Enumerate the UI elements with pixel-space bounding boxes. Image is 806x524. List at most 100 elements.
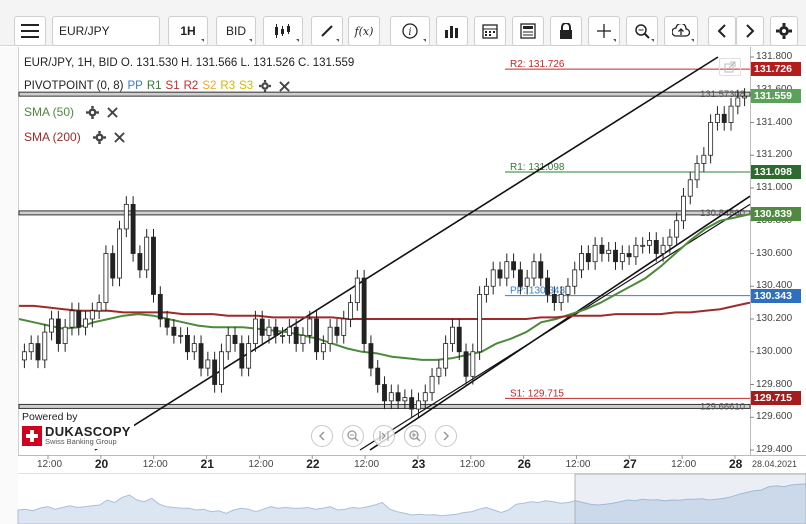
y-tick-label: 131.200	[756, 149, 793, 161]
menu-button[interactable]	[14, 16, 46, 46]
zoom-button[interactable]	[626, 16, 658, 46]
price-tag: 131.098	[751, 164, 801, 179]
swiss-flag-icon	[22, 425, 42, 446]
calendar-icon	[482, 24, 498, 39]
draw-button[interactable]	[311, 16, 343, 46]
scroll-left-button[interactable]	[311, 425, 333, 447]
chart-type-button[interactable]	[263, 16, 303, 46]
x-tick-label: 27	[623, 457, 637, 471]
y-tick-label: 130.200	[756, 313, 793, 324]
settings-button[interactable]	[770, 16, 798, 46]
reset-view-button[interactable]	[373, 425, 395, 447]
brand-logo: Powered by DUKASCOPY Swiss Banking Group	[22, 411, 134, 449]
timeframe-label: 1H	[180, 24, 196, 38]
x-tick-label: 20	[94, 457, 109, 471]
x-tick-label: 12:00	[565, 459, 591, 470]
zoom-out-icon	[347, 430, 359, 442]
upload-button[interactable]	[664, 16, 698, 46]
crosshair-icon	[597, 24, 611, 38]
chart-area[interactable]	[18, 47, 750, 455]
y-tick-label: 131.800	[756, 51, 793, 62]
ohlc-readout: EUR/JPY, 1H, BID O. 131.530 H. 131.566 L…	[24, 57, 355, 69]
hamburger-icon	[21, 24, 39, 38]
brand-powered-by: Powered by	[22, 411, 78, 423]
pivot-item-s3: S3	[239, 80, 254, 92]
close-icon[interactable]	[279, 80, 290, 92]
x-tick-label: 23	[411, 457, 426, 471]
prev-icon	[717, 24, 726, 38]
lock-button[interactable]	[550, 16, 582, 46]
volume-button[interactable]	[436, 16, 468, 46]
x-tick-label: 12:00	[671, 459, 697, 470]
prev-button[interactable]	[708, 16, 736, 46]
y-tick-label: 130.000	[756, 345, 793, 357]
draw-icon	[321, 25, 333, 37]
zoom-icon	[635, 24, 650, 39]
gear-icon[interactable]	[86, 105, 100, 119]
external-link-icon	[724, 61, 736, 73]
pivot-item-pp: PP	[127, 80, 143, 92]
x-tick-label: 12:00	[354, 459, 380, 470]
price-tag: 130.343	[751, 288, 801, 303]
scroll-right-button[interactable]	[435, 425, 457, 447]
left-strip	[0, 47, 18, 524]
indicators-button[interactable]: f(x)	[348, 16, 380, 46]
y-tick-label: 131.000	[756, 182, 793, 193]
symbol-input[interactable]	[52, 16, 160, 46]
context-button[interactable]	[719, 58, 741, 76]
price-tag: 131.726	[751, 62, 801, 77]
y-tick-label: 129.600	[756, 411, 793, 423]
brand-subtitle: Swiss Banking Group	[45, 437, 117, 446]
crosshair-button[interactable]	[588, 16, 620, 46]
lock-icon	[560, 23, 572, 39]
pivot-item-r3: R3	[220, 80, 236, 92]
zoom-in-icon	[409, 430, 421, 442]
timeframe-button[interactable]: 1H	[168, 16, 208, 46]
x-tick-label: 22	[306, 457, 320, 471]
candles-icon	[275, 24, 290, 38]
upload-icon	[672, 24, 690, 37]
y-tick-label: 129.800	[756, 378, 793, 390]
pivot-label: PIVOTPOINT (0, 8)	[24, 80, 124, 92]
calendar-button[interactable]	[474, 16, 506, 46]
reset-view-icon	[379, 431, 389, 441]
x-tick-label: 12:00	[459, 459, 485, 470]
fx-icon: f(x)	[354, 24, 374, 38]
price-tag: 129.715	[751, 391, 801, 406]
sma200-legend: SMA (200)	[24, 130, 125, 144]
close-icon[interactable]	[107, 106, 118, 118]
chevron-left-icon	[318, 431, 325, 441]
news-button[interactable]	[512, 16, 544, 46]
next-button[interactable]	[736, 16, 764, 46]
side-button[interactable]: BID	[216, 16, 256, 46]
gear-icon[interactable]	[259, 80, 272, 92]
info-button[interactable]: i	[390, 16, 430, 46]
x-tick-label: 26	[517, 457, 531, 471]
price-tag: 131.559	[751, 89, 801, 104]
chevron-right-icon	[443, 431, 450, 441]
side-label: BID	[225, 24, 246, 38]
pivot-item-r2: R2	[183, 80, 199, 92]
settings-icon	[776, 23, 792, 39]
y-tick-label: 131.400	[756, 116, 793, 128]
close-icon[interactable]	[113, 131, 125, 143]
sma200-label: SMA (200)	[24, 130, 81, 144]
gear-icon[interactable]	[92, 130, 106, 144]
svg-text:i: i	[408, 27, 411, 38]
sma50-legend: SMA (50)	[24, 105, 118, 119]
zoom-out-button[interactable]	[342, 425, 364, 447]
pivot-legend: PIVOTPOINT (0, 8) PP R1 S1 R2 S2 R3 S3	[24, 80, 290, 92]
info-icon: i	[402, 23, 418, 39]
x-tick-label: 12:00	[248, 459, 274, 470]
x-tick-label: 12:00	[37, 459, 63, 470]
current-date: 28.04.2021	[752, 459, 798, 469]
price-tag: 130.839	[751, 207, 801, 222]
zoom-in-button[interactable]	[404, 425, 426, 447]
navigator[interactable]	[18, 473, 806, 524]
y-tick-label: 129.400	[756, 444, 793, 455]
volume-icon	[445, 26, 458, 38]
pivot-item-s1: S1	[165, 80, 180, 92]
x-tick-label: 21	[200, 457, 214, 471]
x-tick-label: 28	[729, 457, 743, 471]
pivot-item-r1: R1	[146, 80, 162, 92]
